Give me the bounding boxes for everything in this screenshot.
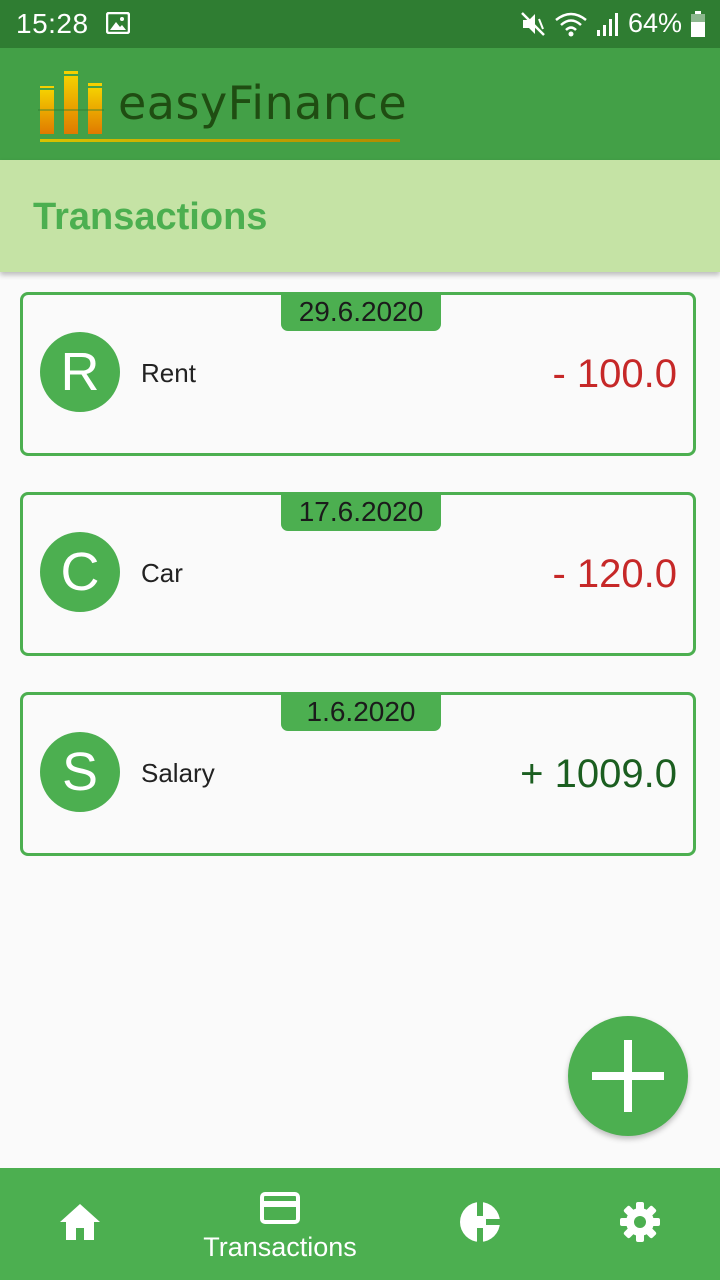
transaction-name: Salary	[141, 758, 215, 788]
nav-statistics[interactable]	[390, 1168, 570, 1280]
transaction-card[interactable]: 1.6.2020 S Salary + 1009.0	[20, 692, 696, 856]
nav-transactions-label: Transactions	[203, 1232, 357, 1262]
bottom-navigation: Transactions	[0, 1168, 720, 1280]
transaction-amount: - 100.0	[552, 352, 677, 396]
status-icons: 64%	[520, 8, 706, 39]
home-icon	[60, 1204, 100, 1240]
signal-icon	[596, 12, 618, 36]
transaction-card[interactable]: 17.6.2020 C Car - 120.0	[20, 492, 696, 656]
wifi-icon	[555, 12, 587, 36]
battery-icon	[691, 10, 705, 37]
app-logo: easyFinance	[38, 70, 408, 146]
transaction-amount: + 1009.0	[520, 752, 677, 796]
avatar: C	[40, 532, 120, 612]
avatar: S	[40, 732, 120, 812]
plus-icon	[592, 1040, 664, 1112]
transaction-date: 29.6.2020	[281, 292, 441, 331]
mute-icon	[521, 11, 545, 36]
status-time: 15:28	[16, 8, 89, 39]
nav-settings[interactable]	[550, 1168, 720, 1280]
battery-percent: 64%	[627, 8, 682, 38]
logo-text: easyFinance	[118, 76, 408, 130]
transaction-date: 17.6.2020	[281, 492, 441, 531]
nav-home[interactable]	[0, 1168, 180, 1280]
logo-underline	[40, 139, 400, 142]
transaction-amount: - 120.0	[552, 552, 677, 596]
add-transaction-button[interactable]	[568, 1016, 688, 1136]
transaction-card[interactable]: 29.6.2020 R Rent - 100.0	[20, 292, 696, 456]
app-bar: easyFinance	[0, 48, 720, 160]
nav-transactions[interactable]: Transactions	[190, 1168, 370, 1280]
transaction-name: Car	[141, 558, 183, 588]
gear-icon	[620, 1202, 660, 1242]
transaction-name: Rent	[141, 358, 196, 388]
page-header: Transactions	[0, 160, 720, 272]
image-notification-icon	[106, 12, 130, 34]
transaction-date: 1.6.2020	[281, 692, 441, 731]
status-bar: 15:28 64%	[0, 0, 720, 48]
avatar: R	[40, 332, 120, 412]
page-title: Transactions	[33, 196, 268, 238]
bar-chart-logo-icon	[38, 71, 104, 134]
pie-chart-icon	[460, 1202, 500, 1242]
credit-card-icon	[260, 1192, 300, 1224]
